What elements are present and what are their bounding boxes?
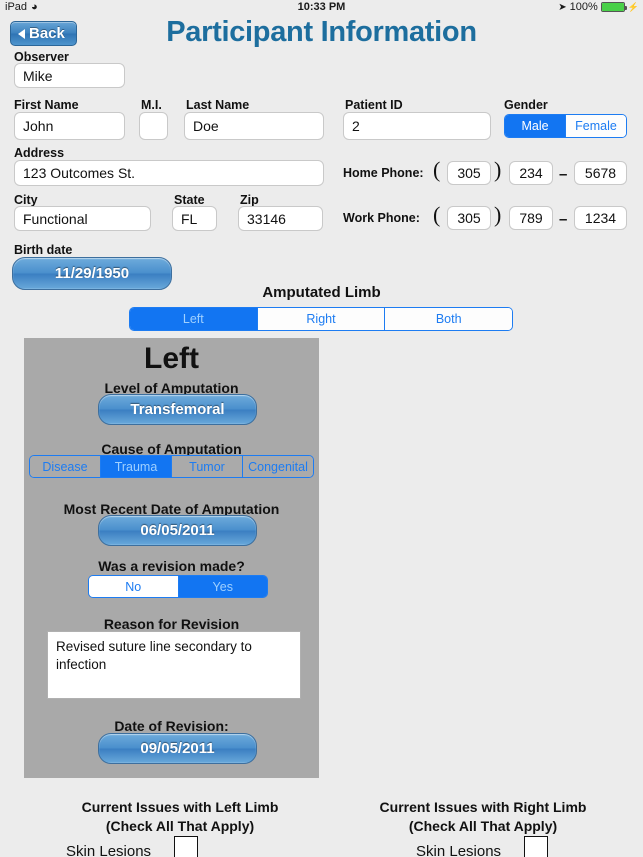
current-issues-right-line2: (Check All That Apply) xyxy=(408,817,558,834)
work-phone-label: Work Phone: xyxy=(343,211,420,225)
current-issues-left-line1: Current Issues with Left Limb xyxy=(81,799,279,815)
right-skin-lesions-label: Skin Lesions xyxy=(416,843,502,857)
birth-date-label: Birth date xyxy=(14,243,73,257)
cause-option-trauma[interactable]: Trauma xyxy=(101,456,172,477)
date-of-revision-button[interactable]: 09/05/2011 xyxy=(98,733,257,764)
home-phone-prefix-input[interactable]: 234 xyxy=(509,161,553,185)
page-title: Participant Information xyxy=(166,16,477,48)
middle-initial-input[interactable] xyxy=(139,112,168,140)
home-phone-dash: – xyxy=(559,166,568,183)
observer-label: Observer xyxy=(14,50,69,64)
current-issues-right-heading: Current Issues with Right Limb (Check Al… xyxy=(323,798,643,836)
gender-option-male[interactable]: Male xyxy=(505,115,566,137)
right-skin-lesions-checkbox[interactable] xyxy=(524,836,548,857)
reason-for-revision-label: Reason for Revision xyxy=(103,616,240,632)
middle-initial-label: M.I. xyxy=(141,98,162,112)
city-label: City xyxy=(14,193,38,207)
first-name-label: First Name xyxy=(14,98,79,112)
status-bar-clock: 10:33 PM xyxy=(297,1,346,13)
cause-option-congenital[interactable]: Congenital xyxy=(243,456,313,477)
work-phone-area-input[interactable]: 305 xyxy=(447,206,491,230)
home-phone-line-input[interactable]: 5678 xyxy=(574,161,627,185)
lightning-bolt-icon: ⚡ xyxy=(627,1,639,12)
revision-option-yes[interactable]: Yes xyxy=(178,576,267,597)
current-issues-left-heading: Current Issues with Left Limb (Check All… xyxy=(20,798,340,836)
gender-segmented-control[interactable]: Male Female xyxy=(504,114,627,138)
level-of-amputation-button[interactable]: Transfemoral xyxy=(98,394,257,425)
work-phone-prefix-input[interactable]: 789 xyxy=(509,206,553,230)
patient-id-input[interactable]: 2 xyxy=(343,112,491,140)
first-name-input[interactable]: John xyxy=(14,112,125,140)
revision-made-segmented-control[interactable]: No Yes xyxy=(88,575,268,598)
state-label: State xyxy=(174,193,205,207)
observer-input[interactable]: Mike xyxy=(14,63,125,88)
reason-for-revision-textarea[interactable]: Revised suture line secondary to infecti… xyxy=(47,631,301,699)
revision-question-label: Was a revision made? xyxy=(98,558,245,574)
gender-label: Gender xyxy=(504,98,548,112)
battery-full-icon xyxy=(600,2,627,12)
patient-id-label: Patient ID xyxy=(345,98,403,112)
city-input[interactable]: Functional xyxy=(14,206,151,231)
work-phone-paren-close: ) xyxy=(494,202,502,227)
current-issues-right-line1: Current Issues with Right Limb xyxy=(379,799,587,815)
home-phone-paren-close: ) xyxy=(494,157,502,182)
amputated-limb-heading: Amputated Limb xyxy=(262,284,381,301)
amputated-limb-option-both[interactable]: Both xyxy=(385,308,512,330)
work-phone-line-input[interactable]: 1234 xyxy=(574,206,627,230)
home-phone-paren-open: ( xyxy=(433,157,441,182)
location-arrow-icon: ➤ xyxy=(558,1,567,13)
last-name-label: Last Name xyxy=(186,98,250,112)
status-bar: iPad ◕ 10:33 PM ➤ 100% ⚡ xyxy=(0,0,643,16)
work-phone-paren-open: ( xyxy=(433,202,441,227)
battery-percent-label: 100% xyxy=(569,1,598,13)
address-input[interactable]: 123 Outcomes St. xyxy=(14,160,324,186)
address-label: Address xyxy=(14,146,65,160)
current-issues-left-line2: (Check All That Apply) xyxy=(105,817,255,834)
cause-of-amputation-segmented-control[interactable]: Disease Trauma Tumor Congenital xyxy=(29,455,314,478)
revision-option-no[interactable]: No xyxy=(89,576,179,597)
cause-option-tumor[interactable]: Tumor xyxy=(172,456,243,477)
state-input[interactable]: FL xyxy=(172,206,217,231)
amputated-limb-option-right[interactable]: Right xyxy=(257,308,386,330)
amputated-limb-option-left[interactable]: Left xyxy=(130,308,258,330)
work-phone-dash: – xyxy=(559,211,568,228)
limb-detail-panel: Left Level of Amputation Transfemoral Ca… xyxy=(24,338,319,778)
limb-panel-side-title: Left xyxy=(144,342,199,375)
amputation-date-button[interactable]: 06/05/2011 xyxy=(98,515,257,546)
left-skin-lesions-checkbox[interactable] xyxy=(174,836,198,857)
date-of-revision-label: Date of Revision: xyxy=(114,718,229,734)
home-phone-area-input[interactable]: 305 xyxy=(447,161,491,185)
status-bar-right: ➤ 100% ⚡ xyxy=(558,1,639,13)
home-phone-label: Home Phone: xyxy=(343,166,424,180)
gender-option-female[interactable]: Female xyxy=(566,115,626,137)
zip-label: Zip xyxy=(240,193,259,207)
zip-input[interactable]: 33146 xyxy=(238,206,323,231)
last-name-input[interactable]: Doe xyxy=(184,112,324,140)
cause-option-disease[interactable]: Disease xyxy=(30,456,101,477)
left-skin-lesions-label: Skin Lesions xyxy=(66,843,152,857)
amputated-limb-segmented-control[interactable]: Left Right Both xyxy=(129,307,513,331)
